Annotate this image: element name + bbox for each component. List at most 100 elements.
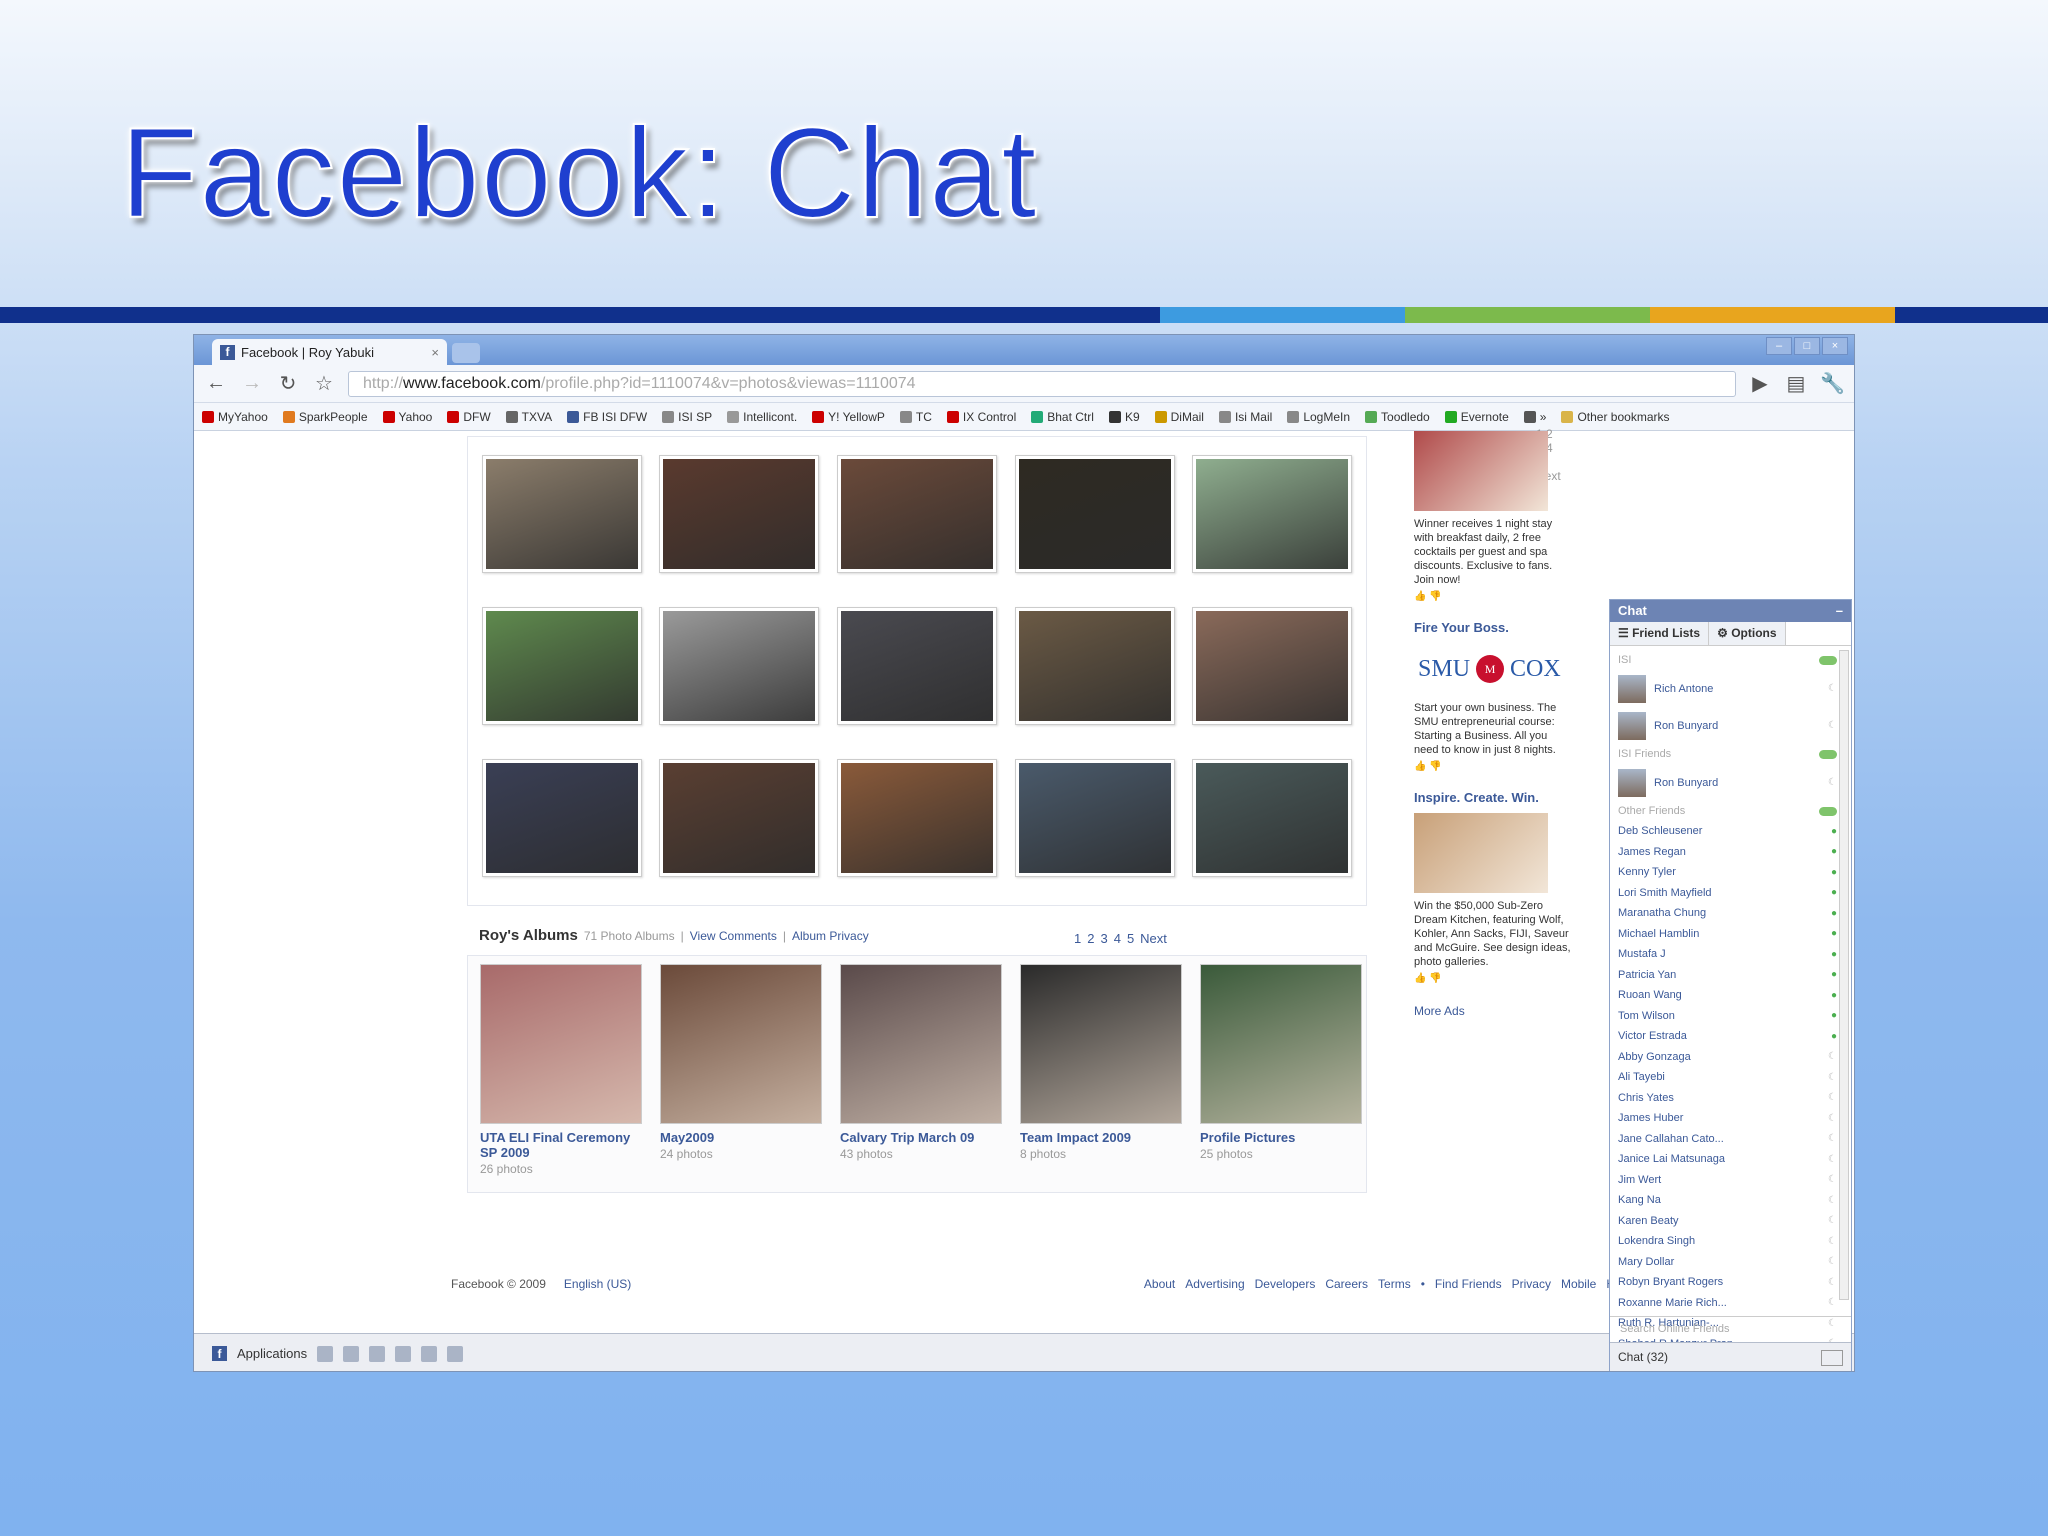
go-icon[interactable]: ▶	[1748, 371, 1772, 396]
ad-block[interactable]: Winner receives 1 night stay with breakf…	[1414, 431, 1574, 602]
album-cover[interactable]	[660, 964, 822, 1124]
ad-block[interactable]: Fire Your Boss. SMU M COX Start your own bus…	[1414, 620, 1574, 772]
chat-friend[interactable]: Lokendra Singh ☾	[1618, 1231, 1837, 1252]
photo-thumbnail[interactable]	[659, 607, 819, 725]
photo-thumbnail[interactable]	[482, 759, 642, 877]
address-bar[interactable]: http:// www.facebook.com /profile.php?id…	[348, 370, 1736, 397]
album-cover[interactable]	[840, 964, 1002, 1124]
search-online-friends-input[interactable]: Search Online Friends	[1610, 1316, 1851, 1342]
reload-icon[interactable]: ↻	[276, 371, 300, 396]
notes-icon[interactable]	[447, 1345, 464, 1362]
ad-block[interactable]: Inspire. Create. Win. Win the $50,000 Sub…	[1414, 790, 1574, 984]
photos-icon[interactable]	[317, 1345, 334, 1362]
close-window-icon[interactable]: ×	[1822, 337, 1848, 355]
chat-friend[interactable]: Mustafa J ●	[1618, 944, 1837, 965]
view-comments-link[interactable]: View Comments	[690, 929, 777, 943]
chat-group-header[interactable]: ISI	[1618, 654, 1837, 666]
ad-image[interactable]	[1414, 431, 1548, 511]
chat-friend[interactable]: James Regan ●	[1618, 842, 1837, 863]
ad-title[interactable]: Inspire. Create. Win.	[1414, 790, 1574, 805]
bookmark-item[interactable]: LogMeIn	[1287, 410, 1350, 424]
photo-thumbnail[interactable]	[1192, 759, 1352, 877]
photo-thumbnail[interactable]	[482, 455, 642, 573]
wrench-icon[interactable]: 🔧	[1820, 371, 1845, 396]
album-cover[interactable]	[1020, 964, 1182, 1124]
photo-thumbnail[interactable]	[1192, 455, 1352, 573]
bookmark-item[interactable]: Isi Mail	[1218, 410, 1272, 424]
forward-icon[interactable]: →	[240, 372, 264, 395]
album-name[interactable]: Calvary Trip March 09	[840, 1130, 1002, 1145]
chat-friend[interactable]: Janice Lai Matsunaga ☾	[1618, 1149, 1837, 1170]
bookmark-item[interactable]: ISI SP	[662, 410, 712, 424]
bookmark-item[interactable]: Bhat Ctrl	[1031, 410, 1094, 424]
star-icon[interactable]: ☆	[312, 371, 336, 396]
ad-like-icons[interactable]: 👍 👎	[1414, 591, 1574, 602]
ad-title[interactable]: Fire Your Boss.	[1414, 620, 1574, 635]
chat-friend[interactable]: Kenny Tyler ●	[1618, 862, 1837, 883]
photo-thumbnail[interactable]	[659, 455, 819, 573]
photo-thumbnail[interactable]	[1015, 455, 1175, 573]
footer-link[interactable]: Find Friends	[1435, 1277, 1502, 1291]
photo-thumbnail[interactable]	[837, 455, 997, 573]
friend-lists-tab[interactable]: ☰ Friend Lists	[1610, 622, 1710, 645]
more-ads-link[interactable]: More Ads	[1414, 1004, 1574, 1018]
ad-like-icons[interactable]: 👍 👎	[1414, 761, 1574, 772]
ad-like-icons[interactable]: 👍 👎	[1414, 973, 1574, 984]
chat-friend[interactable]: Deb Schleusener ●	[1618, 821, 1837, 842]
chat-friend[interactable]: Maranatha Chung ●	[1618, 903, 1837, 924]
album-page-link[interactable]: 2	[1087, 931, 1094, 946]
footer-link[interactable]: •	[1421, 1277, 1425, 1291]
footer-language[interactable]: English (US)	[564, 1277, 631, 1291]
chat-header[interactable]: Chat –	[1610, 600, 1851, 622]
album-item[interactable]: Profile Pictures 25 photos	[1200, 964, 1362, 1161]
chat-friend[interactable]: Kang Na ☾	[1618, 1190, 1837, 1211]
browser-tab[interactable]: f Facebook | Roy Yabuki ×	[212, 339, 447, 365]
bookmark-item[interactable]: MyYahoo	[202, 410, 268, 424]
chat-friend[interactable]: Michael Hamblin ●	[1618, 924, 1837, 945]
flag-icon[interactable]	[421, 1345, 438, 1362]
chat-scrollbar[interactable]	[1839, 650, 1849, 1300]
footer-link[interactable]: Advertising	[1185, 1277, 1244, 1291]
footer-link[interactable]: Mobile	[1561, 1277, 1596, 1291]
chat-friend[interactable]: Ron Bunyard ☾	[1618, 764, 1837, 801]
photo-thumbnail[interactable]	[837, 607, 997, 725]
footer-link[interactable]: Careers	[1325, 1277, 1368, 1291]
chat-bar[interactable]: Chat (32)	[1610, 1342, 1851, 1371]
footer-link[interactable]: About	[1144, 1277, 1175, 1291]
page-menu-icon[interactable]: ▤	[1784, 371, 1808, 396]
album-page-link[interactable]: 1	[1074, 931, 1081, 946]
photo-thumbnail[interactable]	[482, 607, 642, 725]
album-name[interactable]: Profile Pictures	[1200, 1130, 1362, 1145]
albums-count[interactable]: 71 Photo Albums	[584, 929, 675, 943]
photo-thumbnail[interactable]	[1015, 759, 1175, 877]
applications-button[interactable]: Applications	[237, 1346, 307, 1361]
album-item[interactable]: UTA ELI Final Ceremony SP 2009 26 photos	[480, 964, 642, 1176]
friends-icon[interactable]	[343, 1345, 360, 1362]
minimize-chat-icon[interactable]: –	[1836, 603, 1843, 619]
photo-thumbnail[interactable]	[659, 759, 819, 877]
album-cover[interactable]	[480, 964, 642, 1124]
photo-thumbnail[interactable]	[1015, 607, 1175, 725]
footer-link[interactable]: Terms	[1378, 1277, 1411, 1291]
bookmark-item[interactable]: Other bookmarks	[1561, 410, 1670, 424]
album-name[interactable]: May2009	[660, 1130, 822, 1145]
photo-thumbnail[interactable]	[1192, 607, 1352, 725]
bookmark-item[interactable]: K9	[1108, 410, 1140, 424]
chat-friend[interactable]: Patricia Yan ●	[1618, 965, 1837, 986]
group-toggle[interactable]	[1819, 749, 1837, 759]
links-icon[interactable]	[369, 1345, 386, 1362]
minimize-icon[interactable]: –	[1766, 337, 1792, 355]
bookmark-item[interactable]: Intellicont.	[727, 410, 797, 424]
back-icon[interactable]: ←	[204, 372, 228, 395]
album-item[interactable]: Calvary Trip March 09 43 photos	[840, 964, 1002, 1161]
chat-friend[interactable]: Robyn Bryant Rogers ☾	[1618, 1272, 1837, 1293]
bookmark-item[interactable]: IX Control	[946, 410, 1016, 424]
bookmark-item[interactable]: Y! YellowP	[812, 410, 885, 424]
album-page-link[interactable]: 3	[1100, 931, 1107, 946]
album-privacy-link[interactable]: Album Privacy	[792, 929, 869, 943]
chat-friend[interactable]: Karen Beaty ☾	[1618, 1211, 1837, 1232]
album-name[interactable]: UTA ELI Final Ceremony SP 2009	[480, 1130, 642, 1160]
footer-link[interactable]: Privacy	[1512, 1277, 1551, 1291]
group-toggle[interactable]	[1819, 655, 1837, 665]
bookmark-item[interactable]: DFW	[447, 410, 491, 424]
